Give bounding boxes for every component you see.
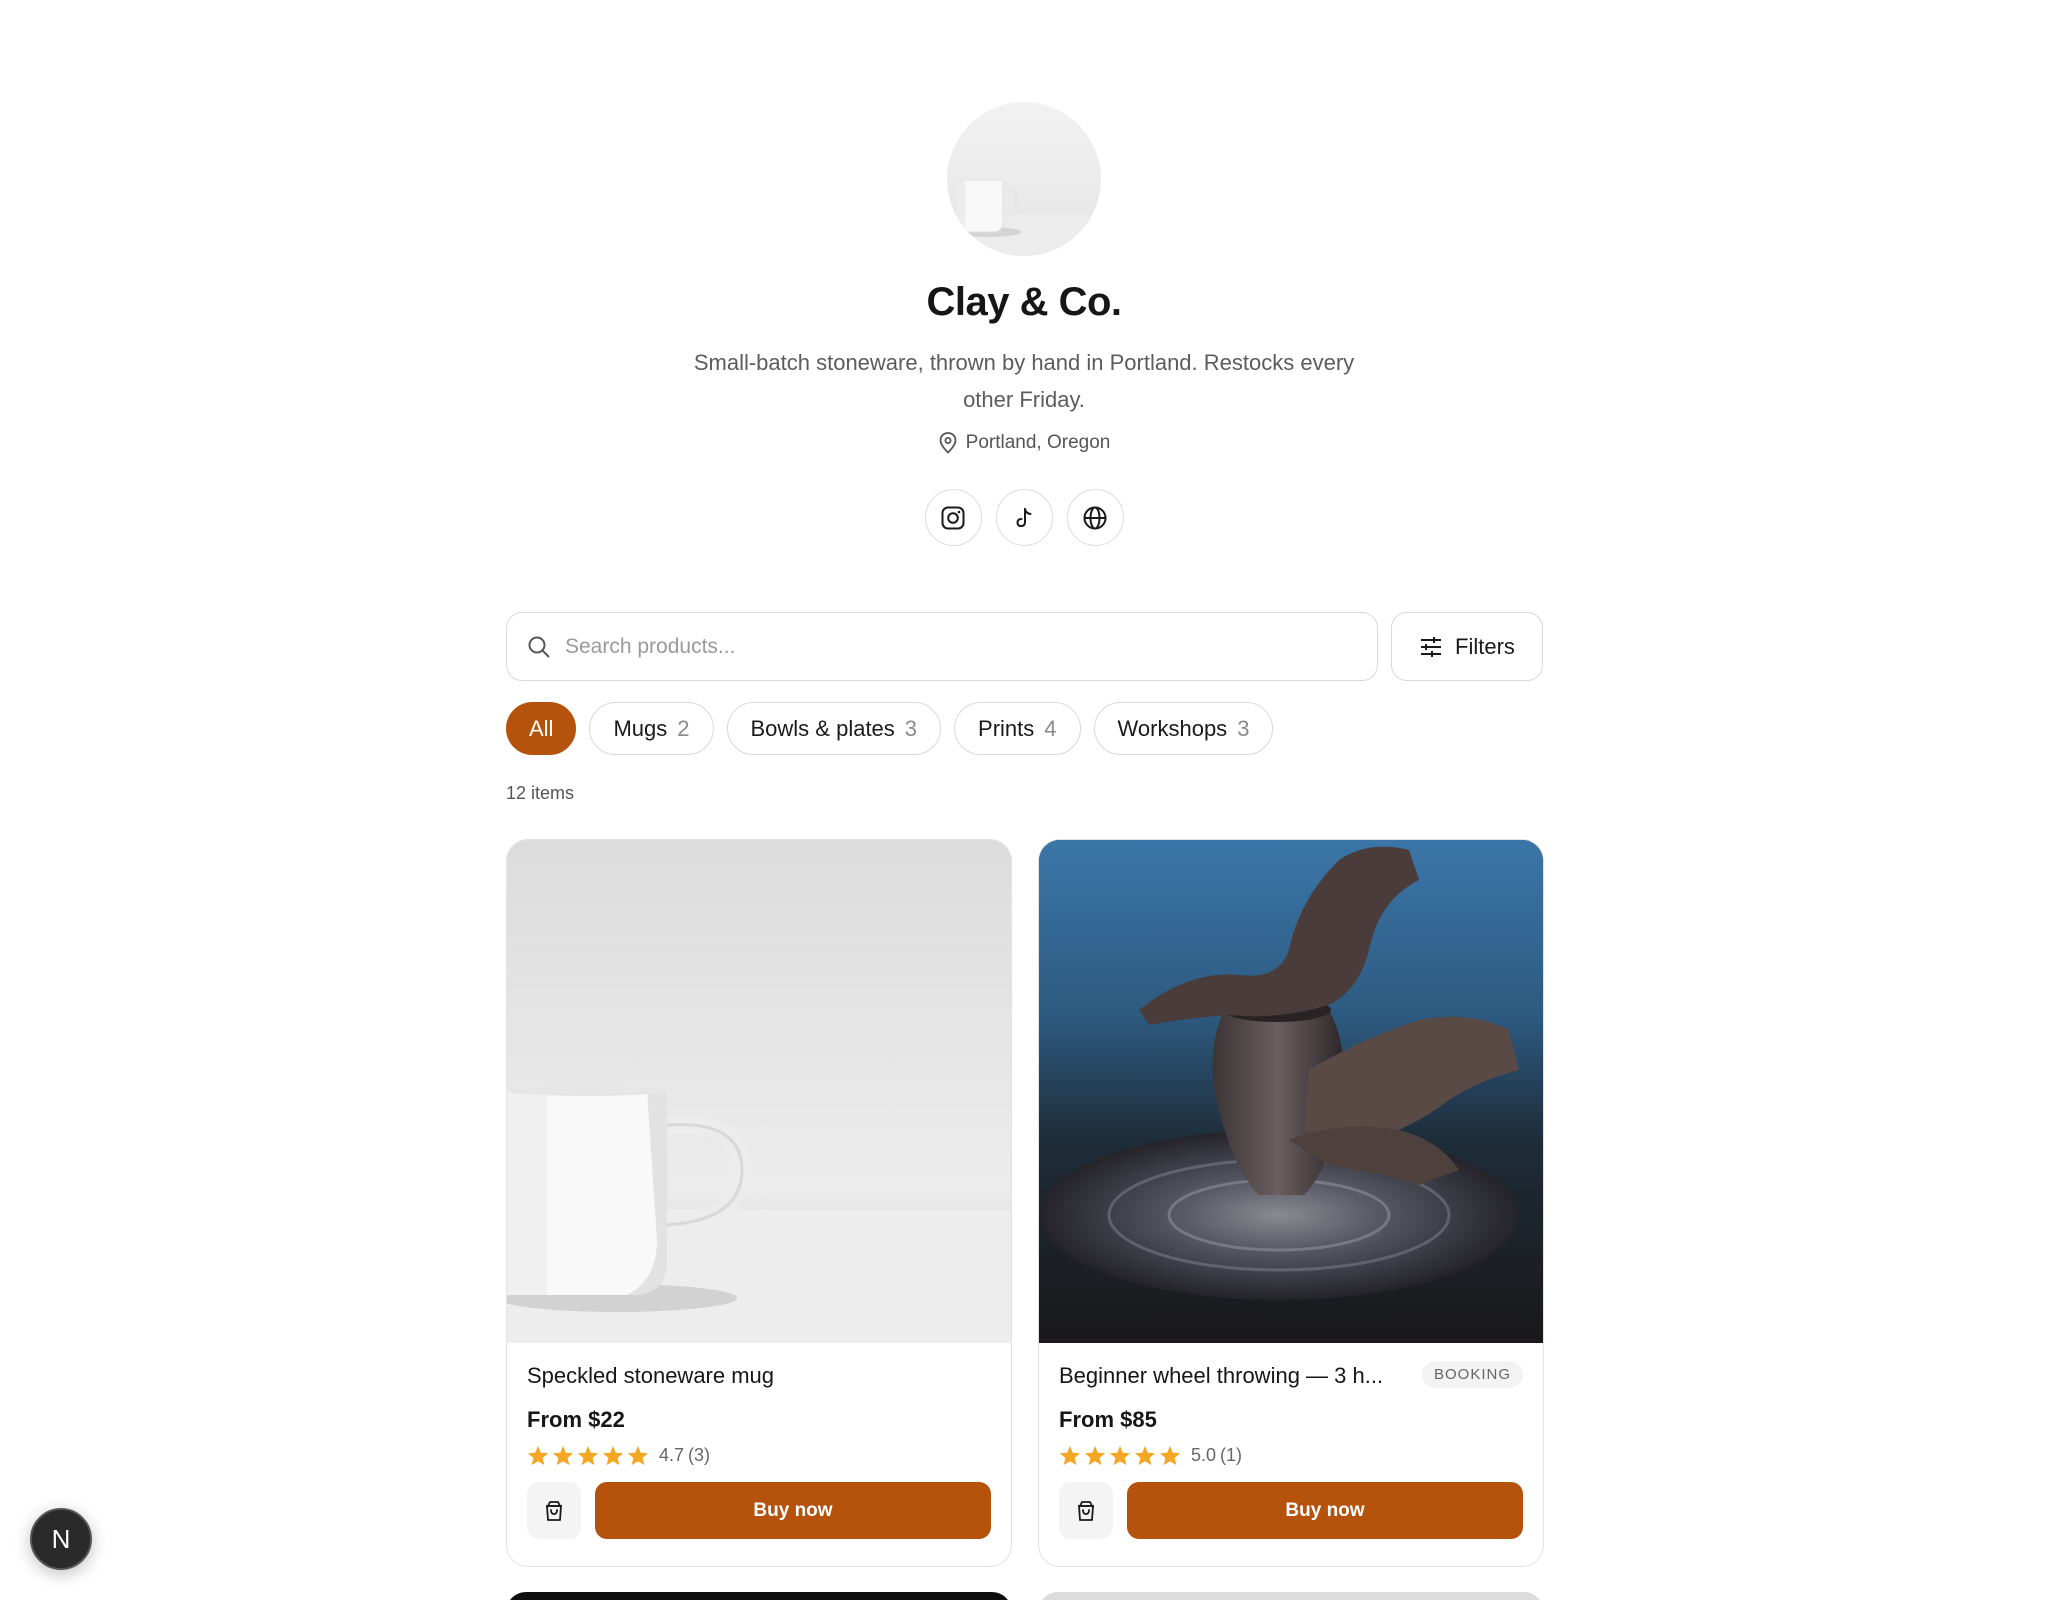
buy-now-button[interactable]: Buy now bbox=[1127, 1482, 1523, 1539]
star-icon bbox=[602, 1445, 624, 1466]
product-rating: 4.7 (3) bbox=[527, 1445, 991, 1466]
buy-now-button[interactable]: Buy now bbox=[595, 1482, 991, 1539]
map-pin-icon bbox=[939, 432, 957, 454]
product-actions: Buy now bbox=[1059, 1482, 1523, 1539]
shop-location: Portland, Oregon bbox=[0, 432, 2048, 454]
product-actions: Buy now bbox=[527, 1482, 991, 1539]
product-price: From $22 bbox=[527, 1407, 625, 1432]
instagram-icon bbox=[941, 506, 965, 529]
category-chip-mugs[interactable]: Mugs 2 bbox=[589, 702, 714, 755]
search-bar[interactable] bbox=[506, 612, 1378, 681]
review-count: (1) bbox=[1220, 1445, 1243, 1465]
website-link[interactable] bbox=[1066, 489, 1124, 546]
booking-badge: BOOKING bbox=[1421, 1361, 1523, 1388]
chip-count: 2 bbox=[677, 715, 690, 741]
chip-label: Prints bbox=[978, 715, 1035, 741]
star-icon bbox=[1059, 1445, 1081, 1466]
product-price: From $85 bbox=[1059, 1407, 1157, 1432]
product-card[interactable]: Beginner wheel throwing — 3 h... BOOKING… bbox=[1038, 839, 1544, 1567]
rating-stars bbox=[1059, 1445, 1181, 1466]
add-to-cart-button[interactable] bbox=[527, 1482, 581, 1539]
chip-count: 3 bbox=[904, 715, 918, 741]
rating-stars bbox=[527, 1445, 649, 1466]
star-icon bbox=[577, 1445, 599, 1466]
product-card-partial[interactable] bbox=[506, 1592, 1012, 1600]
instagram-link[interactable] bbox=[924, 489, 982, 546]
tiktok-link[interactable] bbox=[995, 489, 1053, 546]
star-icon bbox=[1159, 1445, 1181, 1466]
social-links bbox=[0, 489, 2048, 546]
star-icon bbox=[552, 1445, 574, 1466]
product-card[interactable]: Speckled stoneware mug From $22 4.7 (3) bbox=[506, 839, 1012, 1567]
chip-label: All bbox=[529, 715, 554, 741]
category-chip-workshops[interactable]: Workshops 3 bbox=[1093, 702, 1274, 755]
filters-label: Filters bbox=[1455, 633, 1515, 659]
product-info: Beginner wheel throwing — 3 h... BOOKING… bbox=[1039, 1343, 1543, 1539]
product-card-partial[interactable] bbox=[1038, 1592, 1544, 1600]
category-tabs: All Mugs 2 Bowls & plates 3 Prints 4 Wor… bbox=[506, 702, 1274, 755]
mug-photo bbox=[507, 1086, 1011, 1343]
pottery-wheel-photo bbox=[1039, 840, 1543, 1343]
review-count: (3) bbox=[688, 1445, 711, 1465]
category-chip-prints[interactable]: Prints 4 bbox=[954, 702, 1081, 755]
product-title[interactable]: Beginner wheel throwing — 3 h... bbox=[1059, 1363, 1419, 1389]
star-icon bbox=[1109, 1445, 1131, 1466]
filters-button[interactable]: Filters bbox=[1391, 612, 1543, 681]
rating-value: 4.7 bbox=[659, 1445, 685, 1465]
star-icon bbox=[1084, 1445, 1106, 1466]
star-icon bbox=[527, 1445, 549, 1466]
product-image[interactable] bbox=[1039, 840, 1543, 1343]
category-chip-all[interactable]: All bbox=[506, 702, 577, 755]
chip-label: Bowls & plates bbox=[750, 715, 895, 741]
shop-bio: Small-batch stoneware, thrown by hand in… bbox=[693, 350, 1355, 412]
category-chip-bowls-plates[interactable]: Bowls & plates 3 bbox=[726, 702, 942, 755]
chip-count: 4 bbox=[1044, 715, 1057, 741]
product-title[interactable]: Speckled stoneware mug bbox=[527, 1363, 991, 1389]
star-icon bbox=[1134, 1445, 1156, 1466]
results-count: 12 items bbox=[506, 783, 575, 803]
mug-photo-icon bbox=[947, 179, 1101, 256]
sliders-icon bbox=[1421, 636, 1442, 657]
chip-label: Workshops bbox=[1117, 715, 1228, 741]
tiktok-icon bbox=[1016, 507, 1032, 527]
chip-label: Mugs bbox=[613, 715, 668, 741]
add-to-cart-button[interactable] bbox=[1059, 1482, 1113, 1539]
globe-icon bbox=[1083, 506, 1107, 529]
shop-name: Clay & Co. bbox=[926, 280, 1122, 324]
rating-value: 5.0 bbox=[1191, 1445, 1217, 1465]
location-text: Portland, Oregon bbox=[965, 432, 1111, 453]
shopping-bag-icon bbox=[1078, 1500, 1094, 1521]
search-icon bbox=[528, 636, 550, 657]
product-image[interactable] bbox=[507, 840, 1011, 1343]
product-info: Speckled stoneware mug From $22 4.7 (3) bbox=[507, 1343, 1011, 1539]
shop-avatar bbox=[947, 102, 1101, 256]
product-rating: 5.0 (1) bbox=[1059, 1445, 1523, 1466]
chip-count: 3 bbox=[1237, 715, 1250, 741]
star-icon bbox=[627, 1445, 649, 1466]
search-input[interactable] bbox=[565, 634, 1325, 659]
dev-tools-badge[interactable]: N bbox=[30, 1508, 92, 1570]
shopping-bag-icon bbox=[546, 1500, 562, 1521]
